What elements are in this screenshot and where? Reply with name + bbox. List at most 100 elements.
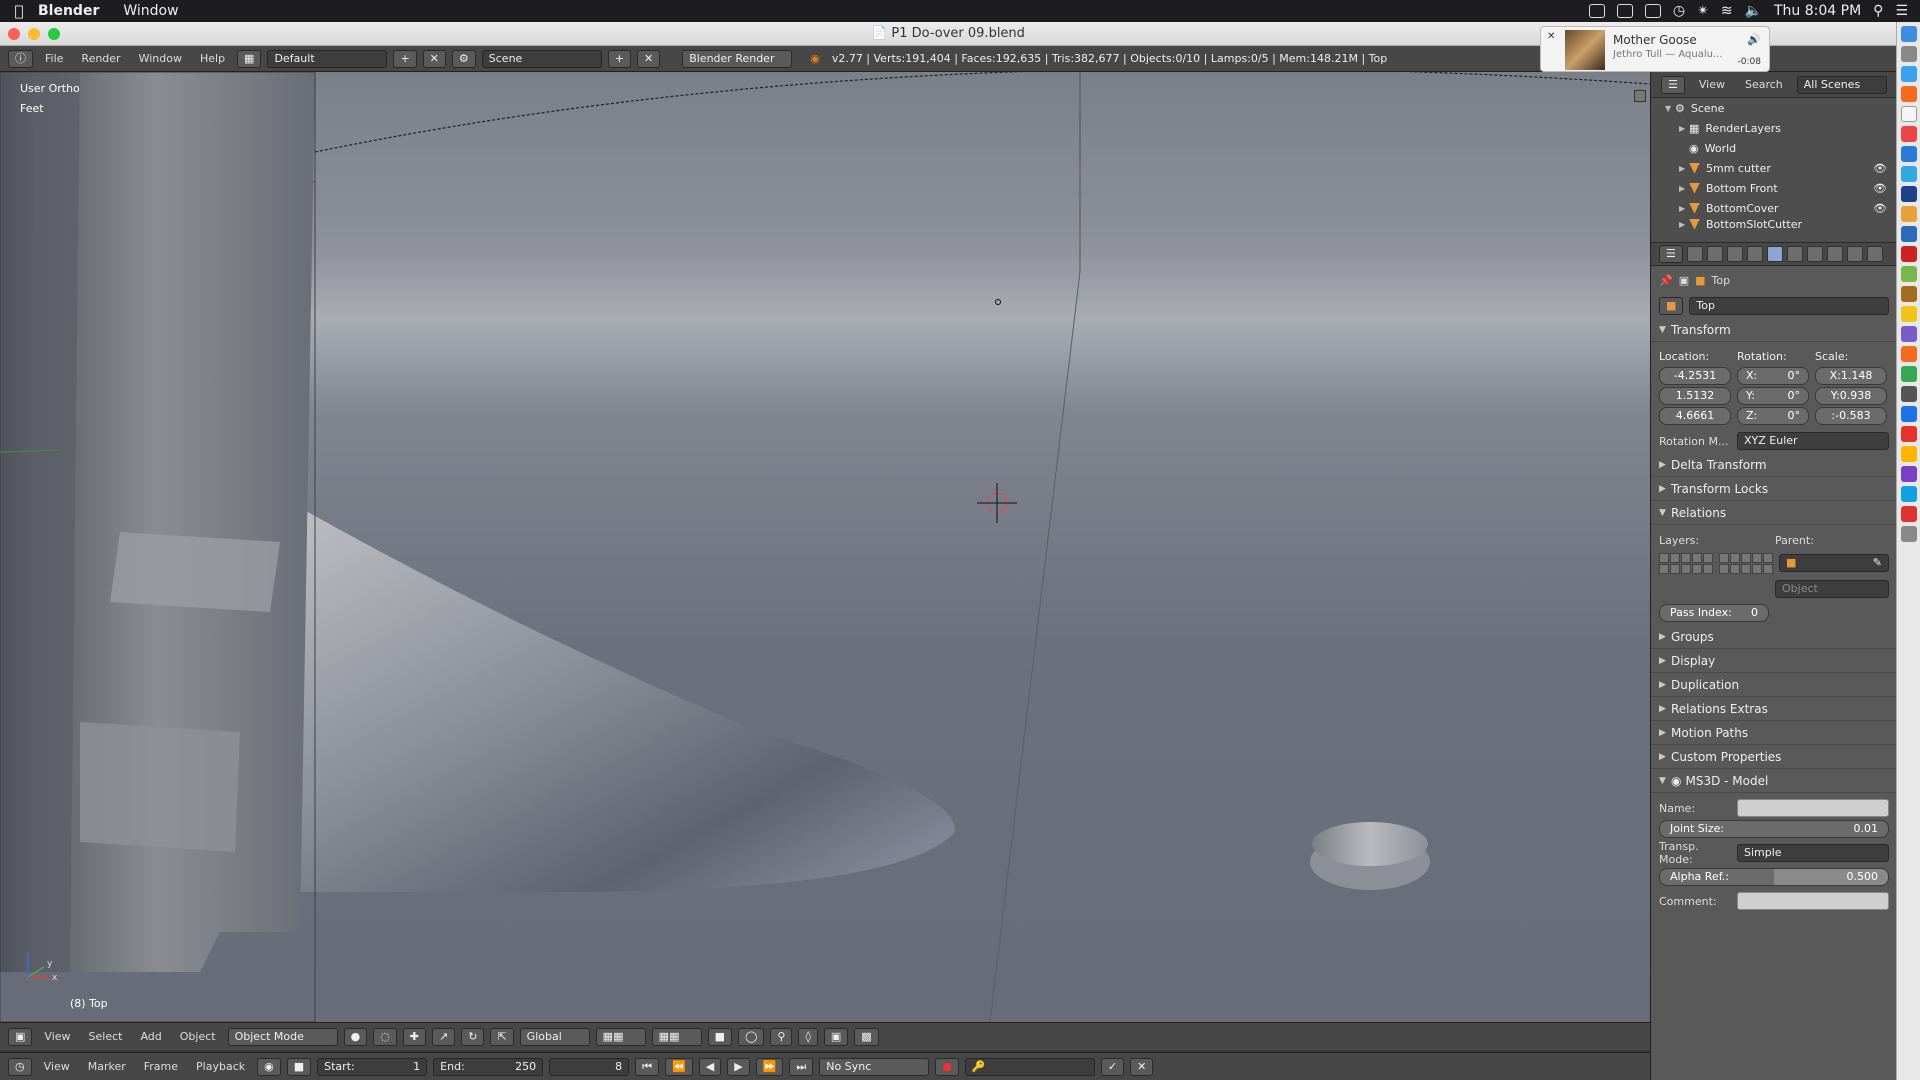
next-keyframe-icon[interactable]: ⏩ (755, 1057, 784, 1076)
lock-icon[interactable]: ■ (707, 1027, 733, 1046)
expand-icon[interactable]: ▶ (1679, 220, 1689, 229)
timeline-menu-playback[interactable]: Playback (190, 1060, 251, 1073)
editor-type-icon[interactable]: ⓘ (8, 49, 33, 68)
parent-field[interactable]: ■ ✎ (1779, 554, 1889, 572)
menu-select[interactable]: Select (83, 1030, 129, 1043)
opengl-render-icon[interactable]: ▩ (854, 1027, 879, 1046)
translate-icon[interactable]: ↗ (432, 1027, 456, 1046)
clock[interactable]: Thu 8:04 PM (1774, 3, 1861, 19)
remove-scene-icon[interactable]: ✕ (636, 49, 661, 68)
panel-duplication[interactable]: ▶ Duplication (1651, 673, 1896, 697)
visibility-icon[interactable]: 👁 (1873, 182, 1887, 195)
app-icon-1[interactable] (1900, 326, 1917, 342)
tree-item-world[interactable]: ◉ World (1651, 138, 1896, 158)
3d-viewport[interactable]: x y User Ortho Feet (8) Top (0, 72, 1650, 1022)
snap-icon[interactable]: ⚲ (770, 1027, 793, 1046)
scene-icon[interactable]: ⚙ (451, 49, 476, 68)
end-frame-field[interactable]: End: 250 (433, 1057, 544, 1076)
photoshop-icon[interactable] (1900, 186, 1917, 202)
timeline-menu-view[interactable]: View (38, 1060, 76, 1073)
expand-icon[interactable]: ▶ (1679, 204, 1689, 213)
location-y-field[interactable]: 1.5132 (1659, 387, 1731, 405)
panel-display[interactable]: ▶ Display (1651, 649, 1896, 673)
bluetooth-icon[interactable]: ✴ (1697, 3, 1709, 19)
object-tab-icon[interactable] (1766, 246, 1783, 262)
messages-icon[interactable] (1900, 166, 1917, 182)
menu-file[interactable]: File (39, 52, 69, 65)
location-x-field[interactable]: -4.2531 (1659, 367, 1731, 385)
prev-keyframe-icon[interactable]: ⏪ (665, 1057, 693, 1076)
illustrator-icon[interactable] (1900, 206, 1917, 222)
joint-size-field[interactable]: Joint Size: 0.01 (1659, 820, 1889, 838)
menu-help[interactable]: Help (194, 52, 231, 65)
timeline-menu-marker[interactable]: Marker (82, 1060, 132, 1073)
pass-index-field[interactable]: Pass Index: 0 (1659, 604, 1769, 622)
ms3d-name-field[interactable] (1737, 799, 1889, 817)
safari-icon[interactable] (1900, 66, 1917, 82)
apple-menu-icon[interactable]:  (0, 2, 38, 20)
close-window-icon[interactable] (8, 28, 20, 40)
app-icon-6[interactable] (1900, 446, 1917, 462)
trash-icon[interactable] (1900, 526, 1917, 542)
expand-icon[interactable]: ▼ (1665, 104, 1675, 113)
keying-set-field[interactable]: 🔑 (964, 1057, 1095, 1076)
outliner-filter-select[interactable]: All Scenes (1796, 75, 1887, 94)
bridge-icon[interactable] (1900, 286, 1917, 302)
chrome-icon[interactable] (1900, 306, 1917, 322)
time-machine-icon[interactable]: ◷ (1673, 3, 1685, 19)
panel-delta-transform[interactable]: ▶ Delta Transform (1651, 453, 1896, 477)
panel-transform[interactable]: ▼ Transform (1651, 318, 1896, 342)
manipulator-icon[interactable]: ✚ (402, 1027, 427, 1046)
tree-item-bottom-front[interactable]: ▶ Bottom Front 👁 (1651, 178, 1896, 198)
tree-item-bottomslotcutter[interactable]: ▶ BottomSlotCutter (1651, 218, 1896, 230)
scale-icon[interactable]: ⇱ (490, 1027, 514, 1046)
panel-transform-locks[interactable]: ▶ Transform Locks (1651, 477, 1896, 501)
insert-key-icon[interactable]: ✓ (1100, 1057, 1125, 1076)
layers-tab-icon[interactable] (1706, 246, 1723, 262)
app-menu[interactable]: Blender (38, 3, 99, 19)
region-toggle-icon[interactable] (1634, 90, 1646, 102)
spotlight-icon[interactable]: ⚲ (1873, 3, 1883, 19)
object-name-field[interactable]: Top (1689, 297, 1889, 315)
pin-icon[interactable]: 📌 (1659, 274, 1673, 287)
cloud-icon[interactable] (1588, 4, 1605, 18)
layers-icon[interactable]: ▦▦ (595, 1027, 646, 1046)
menu-add[interactable]: Add (134, 1030, 167, 1043)
acrobat-icon[interactable] (1900, 246, 1917, 262)
world-tab-icon[interactable] (1746, 246, 1763, 262)
remove-layout-icon[interactable]: ✕ (422, 49, 446, 68)
visibility-icon[interactable]: 👁 (1873, 202, 1887, 215)
zoom-window-icon[interactable] (48, 28, 60, 40)
preview-range-icon[interactable]: ◉ (257, 1057, 281, 1076)
calendar-icon[interactable] (1900, 126, 1917, 142)
tree-item-renderlayers[interactable]: ▶ ▦ RenderLayers (1651, 118, 1896, 138)
rotation-x-field[interactable]: X: 0° (1737, 367, 1809, 385)
render-icon[interactable]: ▣ (823, 1027, 849, 1046)
render-tab-icon[interactable] (1686, 246, 1703, 262)
window-menu[interactable]: Window (123, 3, 178, 19)
tree-item-5mm-cutter[interactable]: ▶ 5mm cutter 👁 (1651, 158, 1896, 178)
pivot-icon[interactable]: ◌ (373, 1027, 397, 1046)
outliner-menu-search[interactable]: Search (1739, 78, 1789, 91)
screen-layout-icon[interactable]: ▦ (237, 49, 262, 68)
jump-start-icon[interactable]: ⏮ (635, 1057, 660, 1076)
lightroom-icon[interactable] (1900, 226, 1917, 242)
panel-groups[interactable]: ▶ Groups (1651, 625, 1896, 649)
constraints-tab-icon[interactable] (1786, 246, 1803, 262)
app-icon-7[interactable] (1900, 466, 1917, 482)
finder-icon[interactable] (1900, 26, 1917, 42)
firefox-icon[interactable] (1900, 86, 1917, 102)
wifi-icon[interactable]: ≋ (1721, 3, 1733, 19)
rotate-icon[interactable]: ↻ (461, 1027, 485, 1046)
data-tab-icon[interactable] (1826, 246, 1843, 262)
location-z-field[interactable]: 4.6661 (1659, 407, 1731, 425)
alpha-ref-slider[interactable]: Alpha Ref.: 0.500 (1659, 868, 1889, 886)
delete-key-icon[interactable]: ✕ (1130, 1057, 1154, 1076)
expand-icon[interactable]: ▶ (1679, 124, 1689, 133)
notes-icon[interactable] (1900, 106, 1917, 122)
mode-select[interactable]: Object Mode (227, 1027, 338, 1046)
blender-icon[interactable] (1900, 346, 1917, 362)
outliner-editor-type-icon[interactable]: ☰ (1661, 75, 1685, 94)
shading-icon[interactable]: ● (343, 1027, 368, 1046)
notification-center-icon[interactable]: ☰ (1895, 3, 1908, 19)
